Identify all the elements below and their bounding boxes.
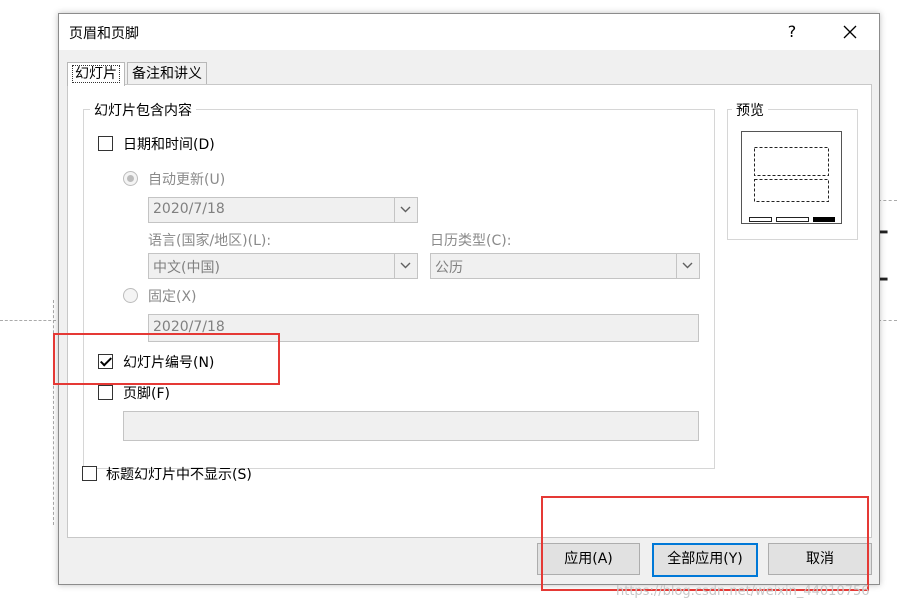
calendar-type-select[interactable]: 公历 <box>430 253 700 279</box>
tab-slides[interactable]: 幻灯片 <box>67 62 125 86</box>
slide-content-group-label: 幻灯片包含内容 <box>90 100 196 120</box>
footer-checkbox[interactable] <box>98 385 113 400</box>
chevron-down-icon <box>400 206 411 213</box>
tab-slides-label: 幻灯片 <box>72 65 120 83</box>
help-button[interactable]: ? <box>777 20 807 44</box>
date-format-value: 2020/7/18 <box>153 201 225 217</box>
chevron-down-icon <box>400 262 411 269</box>
auto-update-label: 自动更新(U) <box>148 172 226 188</box>
preview-label: 预览 <box>732 100 768 120</box>
language-label: 语言(国家/地区)(L): <box>148 233 272 249</box>
date-time-checkbox[interactable] <box>98 136 113 151</box>
auto-update-radio[interactable] <box>123 171 138 186</box>
slide-placeholder-border <box>0 320 56 321</box>
tab-notes-handouts[interactable]: 备注和讲义 <box>127 62 207 85</box>
highlight-annotation-buttons <box>541 496 869 591</box>
calendar-type-value: 公历 <box>435 260 463 276</box>
fixed-label: 固定(X) <box>148 289 197 305</box>
calendar-type-dropdown[interactable] <box>676 254 699 278</box>
chevron-down-icon <box>682 262 693 269</box>
language-dropdown[interactable] <box>394 254 417 278</box>
slide-placeholder-border <box>878 200 897 201</box>
close-button[interactable] <box>835 20 865 44</box>
date-format-select[interactable]: 2020/7/18 <box>148 197 418 223</box>
highlight-annotation-slide-number <box>53 333 280 385</box>
tab-panel: 幻灯片包含内容 日期和时间(D) 自动更新(U) 2020/7/18 语言(国家… <box>67 84 872 538</box>
language-value: 中文(中国) <box>153 260 220 276</box>
footer-text-input[interactable] <box>123 411 699 441</box>
fixed-radio[interactable] <box>123 288 138 303</box>
dont-show-title-checkbox[interactable] <box>82 466 97 481</box>
close-icon <box>843 25 857 39</box>
slide-placeholder-border <box>878 320 897 321</box>
dont-show-title-label: 标题幻灯片中不显示(S) <box>106 467 252 483</box>
dialog-title: 页眉和页脚 <box>69 26 139 42</box>
date-time-label: 日期和时间(D) <box>123 137 215 153</box>
tab-notes-label: 备注和讲义 <box>132 66 202 82</box>
calendar-type-label: 日历类型(C): <box>430 233 512 249</box>
watermark-text: https://blog.csdn.net/weixin_44010756 <box>616 584 870 599</box>
footer-label: 页脚(F) <box>123 386 170 402</box>
preview-thumbnail <box>741 131 842 224</box>
language-select[interactable]: 中文(中国) <box>148 253 418 279</box>
date-format-dropdown[interactable] <box>394 198 417 222</box>
title-bar: 页眉和页脚 ? <box>59 14 879 50</box>
